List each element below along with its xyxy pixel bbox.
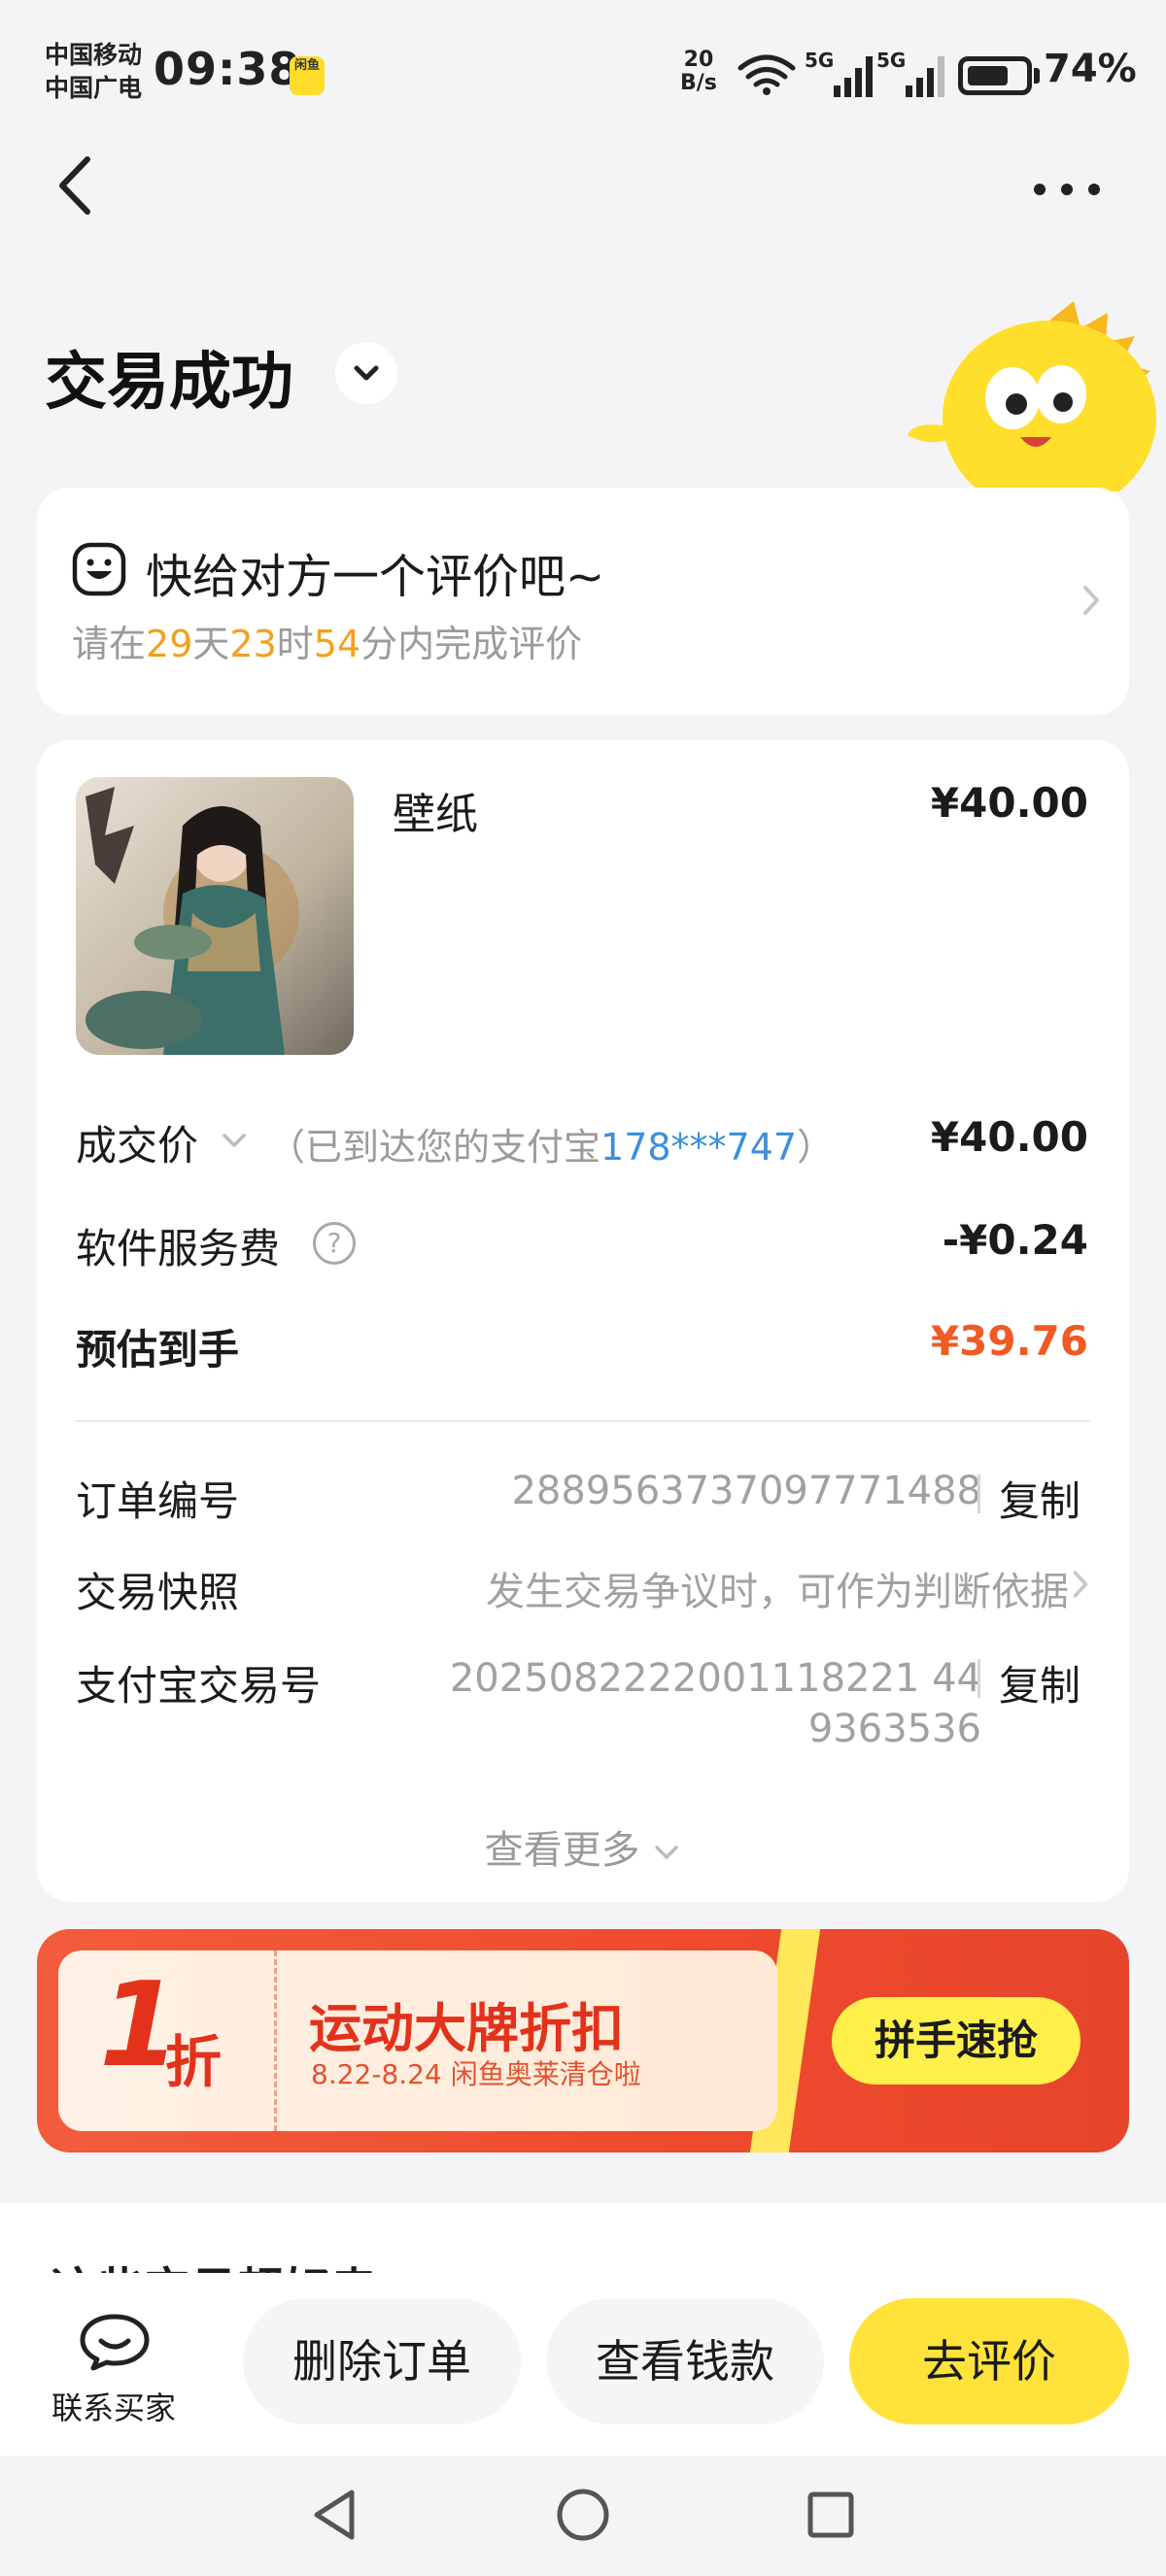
smile-face-icon <box>72 542 126 596</box>
signal-1: 5G <box>805 49 878 97</box>
status-bar: 中国移动 中国广电 09:38 闲鱼 20 B/s 5G 5G 74% <box>0 0 1166 126</box>
review-title: 快给对方一个评价吧~ <box>146 550 605 604</box>
estimated-label: 预估到手 <box>76 1326 240 1373</box>
countdown-minutes: 54 <box>313 623 361 665</box>
order-no-label: 订单编号 <box>76 1477 240 1525</box>
order-detail-card: 壁纸 ¥40.00 成交价 （已到达您的支付宝178***747） ¥40.00… <box>37 740 1129 1902</box>
battery-percent: 74% <box>1044 47 1137 91</box>
item-price: ¥40.00 <box>930 779 1088 827</box>
view-money-button[interactable]: 查看钱款 <box>546 2298 824 2424</box>
battery-level <box>968 66 1008 85</box>
snapshot-value[interactable]: 发生交易争议时，可作为判断依据 <box>486 1560 1069 1616</box>
countdown-prefix: 请在 <box>72 623 147 665</box>
carrier-2: 中国广电 <box>45 74 143 102</box>
wallpaper-image <box>76 777 354 1055</box>
more-icon[interactable] <box>1028 175 1106 204</box>
alipay-no-line1: 2025082222001118221 44 <box>449 1656 981 1701</box>
countdown-hours: 23 <box>229 623 277 665</box>
chevron-down-icon <box>354 365 379 381</box>
back-icon[interactable] <box>51 152 99 220</box>
net-speed: 20 B/s <box>680 49 717 95</box>
service-fee-label: 软件服务费 <box>76 1225 281 1272</box>
countdown-days-unit: 天 <box>192 623 230 665</box>
copy-alipay-no-button[interactable]: 复制 <box>999 1653 1080 1712</box>
signal-2: 5G <box>876 49 950 97</box>
xianyu-notification-icon: 闲鱼 <box>290 56 325 95</box>
service-fee-value: -¥0.24 <box>942 1216 1088 1264</box>
status-expand-button[interactable] <box>335 342 397 404</box>
write-review-button[interactable]: 去评价 <box>849 2298 1129 2424</box>
copy-order-no-button[interactable]: 复制 <box>999 1469 1080 1528</box>
deal-price-value: ¥40.00 <box>930 1113 1088 1161</box>
discount-unit: 折 <box>165 2029 223 2095</box>
chevron-down-icon <box>655 1846 679 1859</box>
divider <box>76 1420 1090 1422</box>
countdown-days: 29 <box>146 623 193 665</box>
net-speed-value: 20 <box>683 48 714 72</box>
deal-price-note: （已到达您的支付宝178***747） <box>268 1117 834 1170</box>
item-title[interactable]: 壁纸 <box>393 779 478 841</box>
separator <box>977 1659 980 1698</box>
nav-back-icon[interactable] <box>303 2483 367 2547</box>
item-thumbnail[interactable] <box>76 777 354 1055</box>
help-icon[interactable]: ? <box>313 1222 356 1265</box>
snapshot-label: 交易快照 <box>76 1569 240 1616</box>
chevron-down-icon[interactable] <box>220 1131 249 1150</box>
grab-deal-button[interactable]: 拼手速抢 <box>832 1997 1080 2085</box>
wifi-icon <box>737 54 796 95</box>
signal-bars-icon <box>834 56 873 97</box>
order-no-value: 2889563737097771488 <box>511 1469 981 1513</box>
promo-title: 运动大牌折扣 <box>309 1998 624 2059</box>
separator <box>977 1474 980 1513</box>
nav-recents-icon[interactable] <box>799 2483 863 2547</box>
promo-subtitle: 8.22-8.24 闲鱼奥莱清仓啦 <box>311 2058 641 2090</box>
battery-icon <box>958 56 1032 95</box>
carrier-names: 中国移动 中国广电 <box>45 39 142 105</box>
deal-price-label[interactable]: 成交价 <box>76 1113 198 1172</box>
chevron-right-icon[interactable] <box>1071 1568 1090 1601</box>
fish-mascot-icon <box>908 301 1156 491</box>
alipay-no-label: 支付宝交易号 <box>76 1662 322 1710</box>
signal-1-label: 5G <box>805 49 835 72</box>
alipay-no-line2: 9363536 <box>807 1707 981 1751</box>
deal-note-prefix: （已到达您的支付宝 <box>268 1126 601 1169</box>
promo-banner[interactable]: 1 折 运动大牌折扣 8.22-8.24 闲鱼奥莱清仓啦 拼手速抢 <box>37 1929 1129 2152</box>
countdown-suffix: 分内完成评价 <box>360 623 583 665</box>
nav-home-icon[interactable] <box>551 2483 615 2547</box>
see-more-label: 查看更多 <box>484 1828 640 1873</box>
deal-note-suffix: ） <box>797 1126 835 1169</box>
carrier-1: 中国移动 <box>45 41 143 69</box>
chat-bubble-icon <box>80 2314 150 2371</box>
signal-bars-icon <box>906 56 944 97</box>
estimated-value: ¥39.76 <box>930 1317 1088 1365</box>
review-countdown: 请在29天23时54分内完成评价 <box>72 614 582 667</box>
coupon-dash-divider <box>274 1950 277 2131</box>
page-title: 交易成功 <box>45 347 293 419</box>
net-speed-unit: B/s <box>680 71 717 95</box>
alipay-no-value: 2025082222001118221 44 9363536 <box>450 1653 981 1754</box>
signal-2-label: 5G <box>876 49 907 72</box>
chevron-right-icon <box>1083 586 1099 615</box>
see-more-button[interactable]: 查看更多 <box>37 1818 1129 1875</box>
contact-buyer-label: 联系买家 <box>51 2390 176 2426</box>
clock: 09:38 <box>154 43 301 95</box>
delete-order-button[interactable]: 删除订单 <box>243 2298 521 2424</box>
alipay-account[interactable]: 178***747 <box>600 1126 797 1169</box>
contact-buyer-button[interactable]: 联系买家 <box>43 2308 185 2426</box>
battery-tip <box>1034 68 1040 84</box>
countdown-hours-unit: 时 <box>276 623 314 665</box>
review-reminder-card[interactable]: 快给对方一个评价吧~ 请在29天23时54分内完成评价 <box>37 488 1129 715</box>
